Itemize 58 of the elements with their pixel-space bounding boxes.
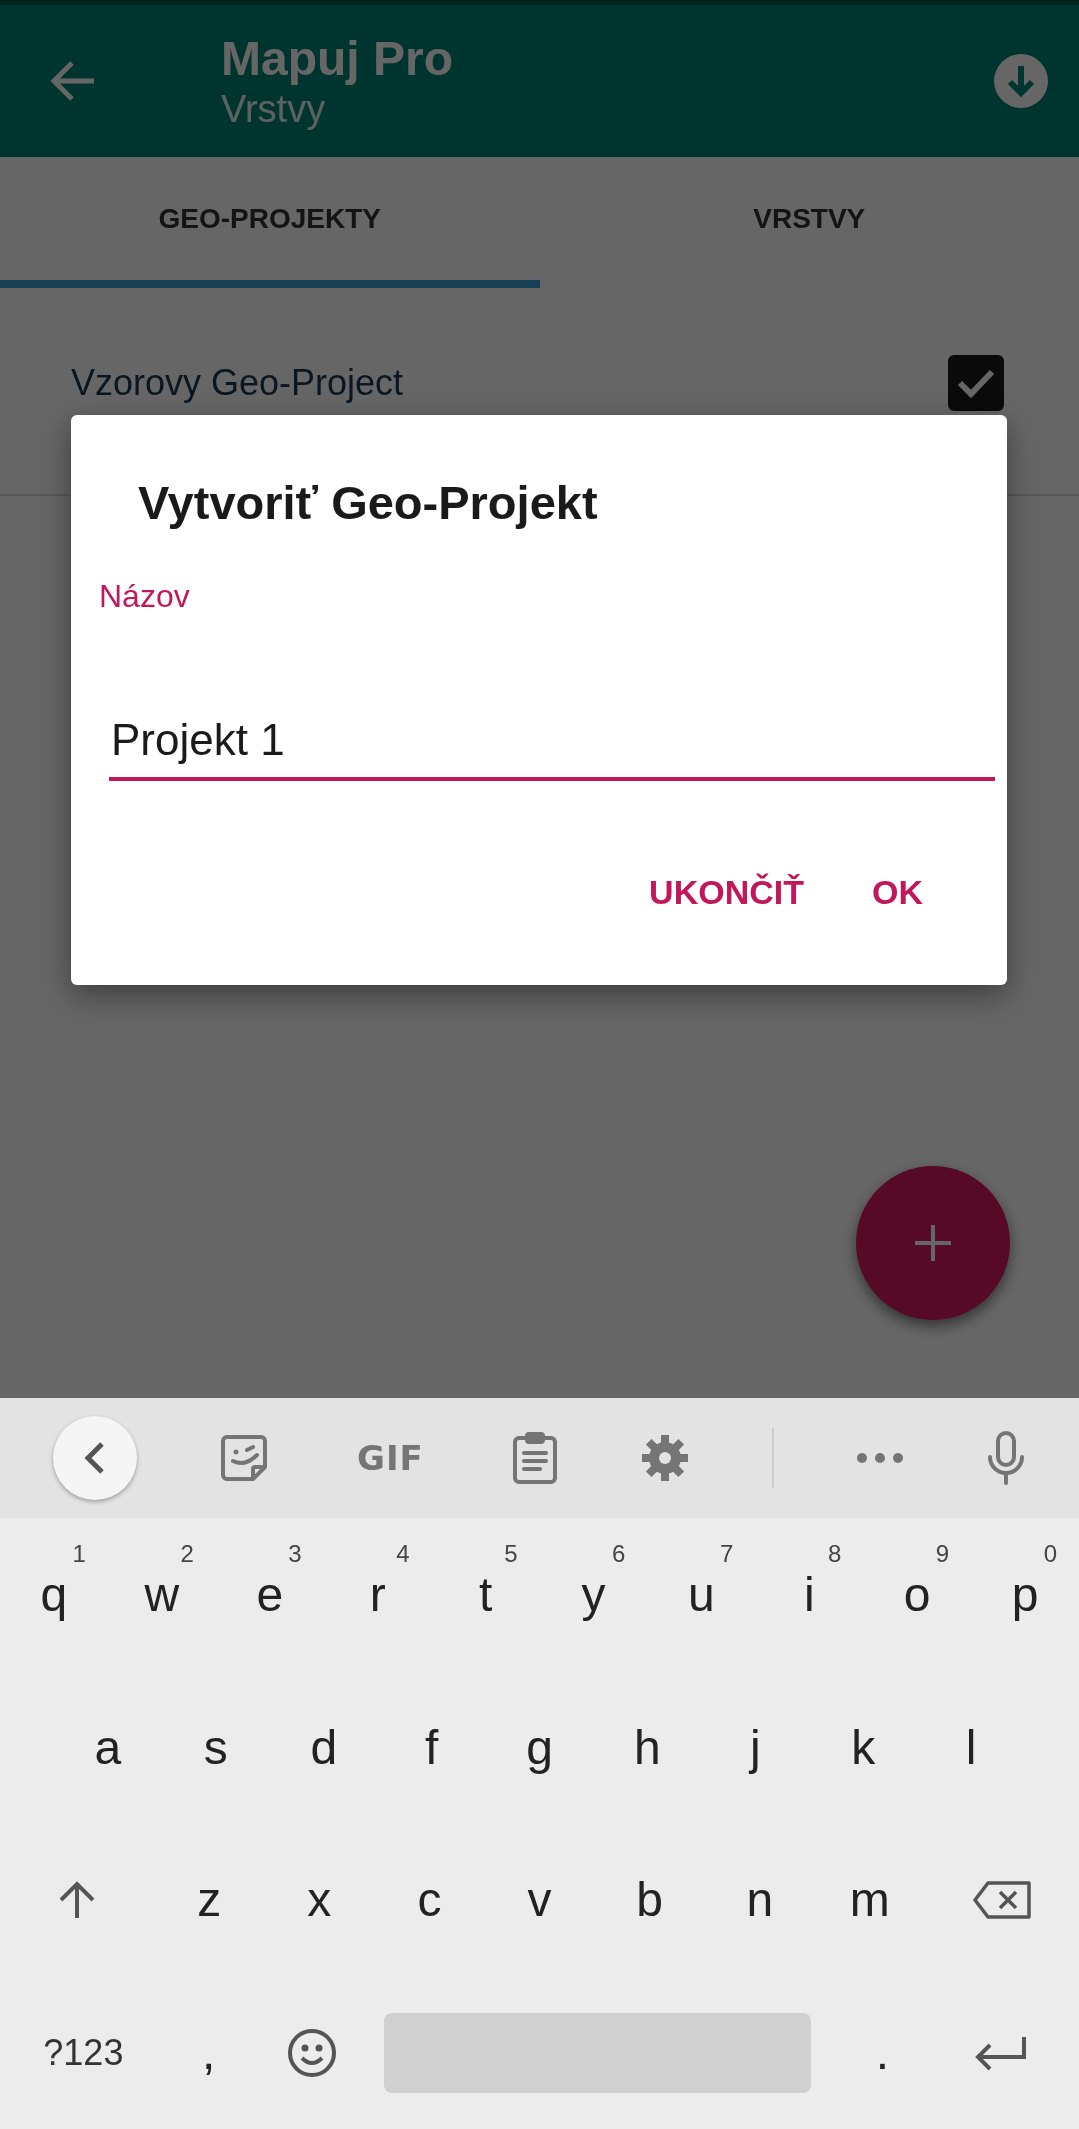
checkbox[interactable] [948,355,1004,411]
sticker-icon[interactable] [219,1433,269,1483]
checkmark-icon [956,367,996,399]
app-subtitle: Vrstvy [221,87,327,131]
key-hint: 3 [288,1540,302,1568]
emoji-icon[interactable] [286,2026,339,2079]
backspace-icon[interactable] [971,1879,1032,1920]
dialog-button[interactable]: UKONČIŤ [625,853,828,932]
dialog-button[interactable]: OK [848,853,947,932]
microphone-icon[interactable] [985,1431,1026,1485]
keyboard-key[interactable]: g [485,1670,594,1824]
keyboard-key[interactable]: v [484,1823,595,1977]
symbols-key[interactable]: ?123 [10,1976,157,2129]
keyboard-key[interactable]: h [593,1670,702,1824]
key-hint: 1 [72,1540,86,1568]
more-icon[interactable] [855,1452,904,1464]
settings-icon[interactable] [639,1433,690,1483]
key-hint: 7 [720,1540,734,1568]
keyboard-key[interactable]: s [161,1670,270,1824]
keyboard-key[interactable]: c [374,1823,485,1977]
keyboard-key[interactable]: r 4 [323,1518,432,1671]
keyboard-key[interactable]: k [809,1670,918,1824]
key-hint: 4 [396,1540,410,1568]
keyboard-key[interactable]: o 9 [863,1518,972,1671]
keyboard-key[interactable]: x [264,1823,375,1977]
keyboard-key[interactable]: z [154,1823,265,1977]
gif-button[interactable]: GIF [351,1437,430,1479]
keyboard-key[interactable]: , [156,1976,261,2129]
clipboard-icon[interactable] [511,1431,558,1485]
keyboard-key[interactable]: . [830,1976,935,2129]
keyboard-key[interactable]: b [594,1823,705,1977]
keyboard-key[interactable]: j [701,1670,810,1824]
download-icon[interactable] [993,53,1049,109]
keyboard-key[interactable]: u 7 [647,1518,756,1671]
keyboard-key[interactable]: w 2 [107,1518,216,1671]
collapse-button[interactable] [53,1416,137,1500]
keyboard-key[interactable]: a [54,1670,162,1824]
app-title: Mapuj Pro [221,31,454,87]
keyboard-key[interactable]: l [917,1670,1025,1824]
key-hint: 9 [935,1540,950,1568]
key-hint: 6 [612,1540,626,1568]
keyboard-key[interactable]: t 5 [431,1518,540,1671]
keyboard-key[interactable]: p 0 [971,1518,1079,1671]
keyboard-key[interactable]: e 3 [215,1518,324,1671]
field-label: Názov [99,578,190,615]
keyboard-key[interactable]: q 1 [0,1518,108,1671]
keyboard-key[interactable]: n [704,1823,815,1977]
name-input-field[interactable]: Projekt 1 [109,715,995,781]
keyboard-key[interactable]: y 6 [539,1518,648,1671]
dialog-title: Vytvoriť Geo-Projekt [138,475,598,530]
key-hint: 5 [504,1540,518,1568]
key-hint: 8 [827,1540,842,1568]
keyboard-key[interactable]: i 8 [755,1518,864,1671]
keyboard-key[interactable]: m [814,1823,925,1977]
keyboard-key[interactable]: f [377,1670,486,1824]
keyboard-key[interactable]: d [269,1670,378,1824]
key-hint: 2 [180,1540,194,1568]
key-hint: 0 [1043,1540,1058,1568]
